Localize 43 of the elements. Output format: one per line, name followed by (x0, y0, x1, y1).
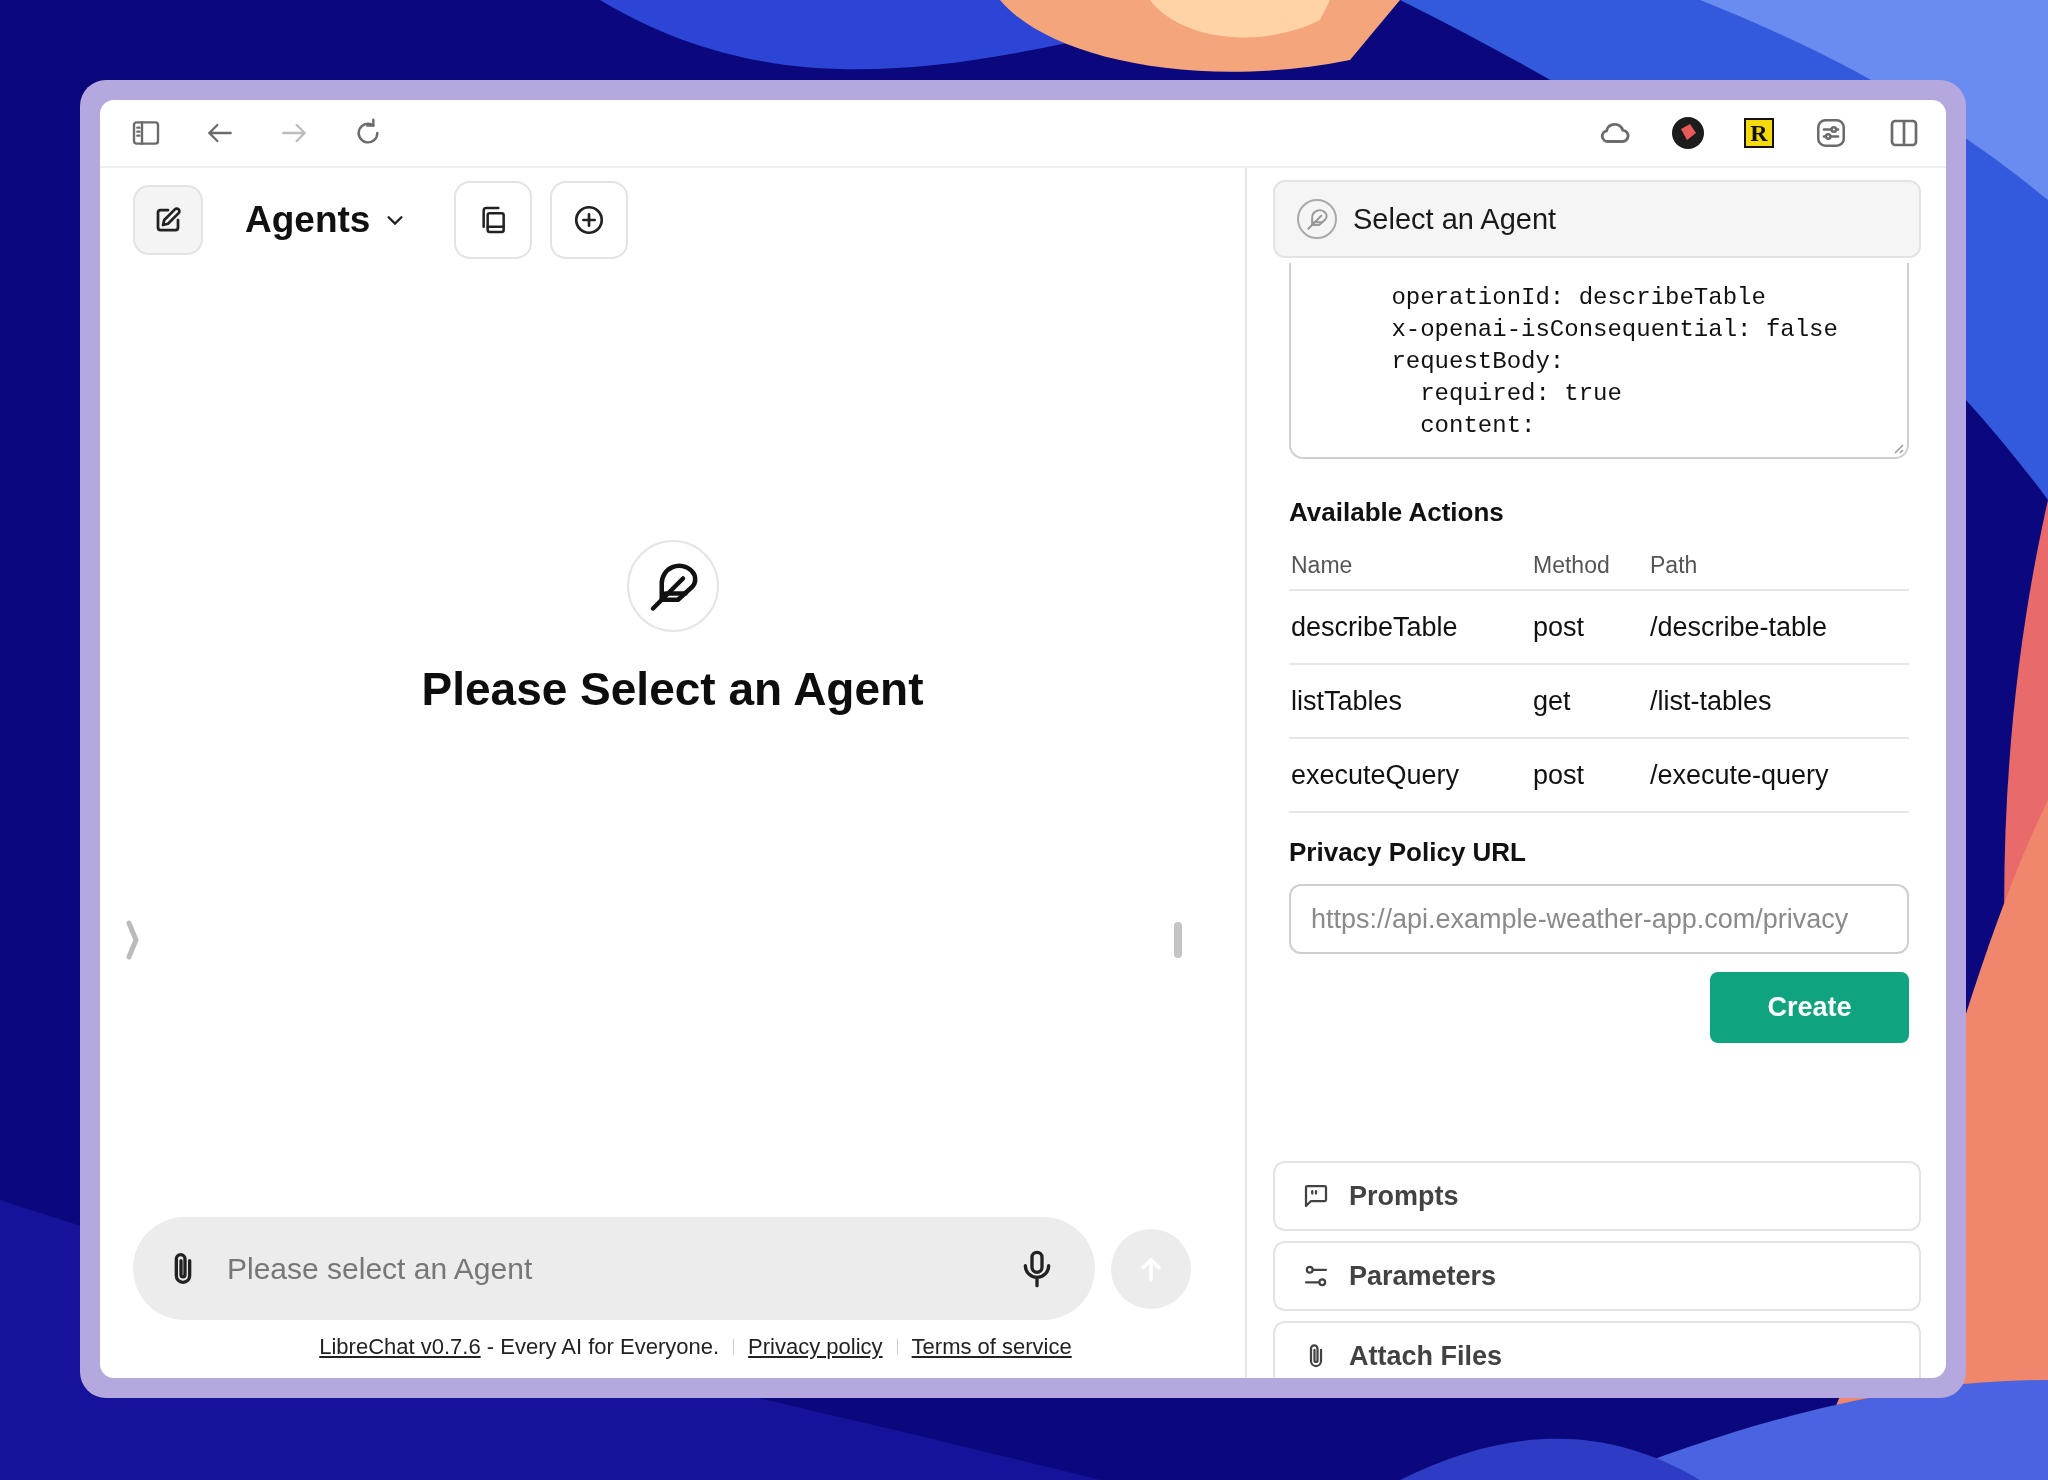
footer-link[interactable]: Privacy policy (748, 1334, 883, 1360)
table-cell: listTables (1289, 664, 1531, 738)
column-header: Method (1531, 552, 1648, 590)
footer-link[interactable]: Terms of service (911, 1334, 1072, 1360)
agents-dropdown[interactable]: Agents (245, 199, 407, 241)
split-view-icon[interactable] (1888, 117, 1920, 149)
section-heading: Available Actions (1289, 497, 1505, 528)
bookmarks-button[interactable] (454, 181, 533, 259)
table-cell: describeTable (1289, 590, 1531, 664)
code-line: content: (1419, 411, 1536, 441)
section-button[interactable]: Attach Files (1273, 1321, 1921, 1378)
column-header: Name (1289, 552, 1531, 590)
empty-state-title: Please Select an Agent (421, 662, 924, 716)
extension-icon[interactable] (1672, 117, 1704, 149)
code-line: required: true (1419, 379, 1622, 409)
message-input[interactable]: Please select an Agent (225, 1250, 995, 1287)
feather-icon (1304, 206, 1330, 232)
add-button[interactable] (550, 181, 629, 259)
table-cell: post (1531, 590, 1648, 664)
table-cell: /describe-table (1648, 590, 1909, 664)
sidebar-handle[interactable] (126, 920, 140, 960)
table-cell: get (1531, 664, 1648, 738)
code-line: x-openai-isConsequential: false (1390, 315, 1838, 345)
url-field[interactable]: https://api.example-weather-app.com/privacy (1289, 884, 1909, 954)
table-cell: /execute-query (1648, 738, 1909, 812)
agent-select[interactable]: Select an Agent (1273, 180, 1921, 258)
extension-icon[interactable]: R (1744, 118, 1774, 148)
section-button[interactable]: Parameters (1273, 1241, 1921, 1311)
code-line: requestBody: (1390, 347, 1565, 377)
new-chat-button[interactable] (133, 185, 203, 255)
table-cell: post (1531, 738, 1648, 812)
code-line: operationId: describeTable (1390, 283, 1766, 313)
table-cell: executeQuery (1289, 738, 1531, 812)
section-button[interactable]: Prompts (1273, 1161, 1921, 1231)
version-link[interactable]: LibreChat v0.7.6 (319, 1334, 481, 1359)
table-cell: /list-tables (1648, 664, 1909, 738)
field-label: Privacy Policy URL (1289, 837, 1527, 868)
column-header: Path (1648, 552, 1909, 590)
resize-handle[interactable] (1174, 922, 1182, 958)
footer-tagline: LibreChat v0.7.6 - Every AI for Everyone. (319, 1334, 720, 1360)
settings-icon[interactable] (1814, 116, 1848, 150)
schema-editor[interactable]: operationId: describeTable x-openai-isConsequential: false requestBody: required: true content: (1289, 263, 1909, 459)
message-field[interactable]: Please select an Agent (133, 1217, 1095, 1320)
